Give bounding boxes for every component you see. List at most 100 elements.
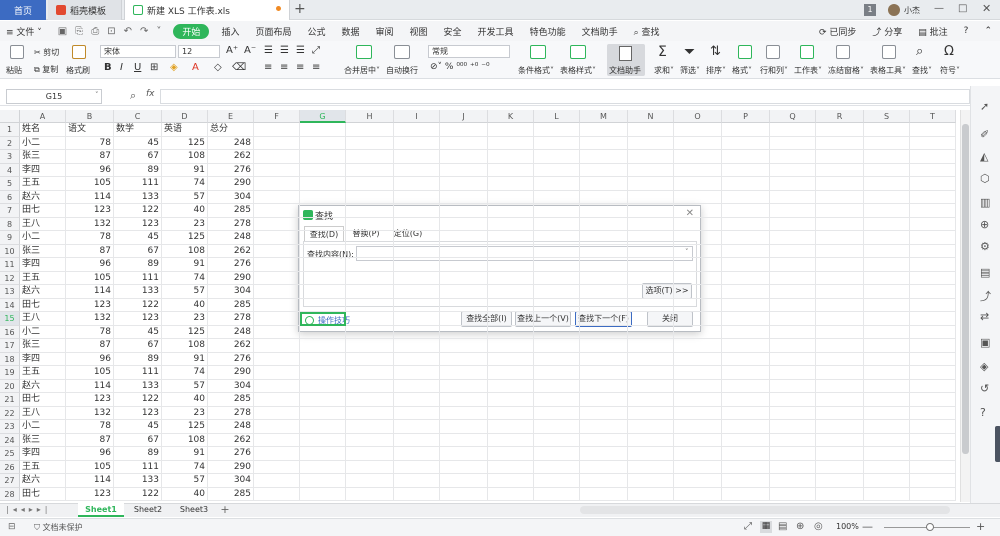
- empty-cell[interactable]: [628, 352, 674, 366]
- image-side-icon[interactable]: ▣: [980, 336, 990, 349]
- empty-cell[interactable]: [300, 393, 346, 407]
- sheet-nav-icons[interactable]: |◂◂▸▸|: [6, 505, 51, 514]
- empty-cell[interactable]: [910, 366, 956, 380]
- empty-cell[interactable]: [674, 366, 722, 380]
- empty-cell[interactable]: [534, 366, 580, 380]
- shape-side-icon[interactable]: ⬡: [980, 172, 990, 185]
- empty-cell[interactable]: [910, 393, 956, 407]
- row-header[interactable]: 17: [0, 339, 20, 353]
- empty-cell[interactable]: [910, 460, 956, 474]
- table-cell[interactable]: 89: [114, 352, 162, 366]
- empty-cell[interactable]: [864, 285, 910, 299]
- empty-cell[interactable]: [722, 379, 770, 393]
- column-header-b[interactable]: B: [66, 110, 114, 123]
- empty-cell[interactable]: [488, 406, 534, 420]
- menu-features[interactable]: 特色功能: [522, 25, 574, 38]
- empty-cell[interactable]: [816, 420, 864, 434]
- empty-cell[interactable]: [488, 217, 534, 231]
- format-icon[interactable]: [738, 45, 752, 59]
- empty-cell[interactable]: [346, 271, 394, 285]
- table-cell[interactable]: 78: [66, 420, 114, 434]
- undo-icon[interactable]: ↶: [124, 26, 132, 37]
- row-col-icon[interactable]: [766, 45, 780, 59]
- empty-cell[interactable]: [394, 325, 440, 339]
- empty-cell[interactable]: [534, 285, 580, 299]
- align-right-icon[interactable]: ≡: [296, 62, 304, 73]
- empty-cell[interactable]: [488, 190, 534, 204]
- table-cell[interactable]: 248: [208, 420, 254, 434]
- table-cell[interactable]: 290: [208, 271, 254, 285]
- empty-cell[interactable]: [346, 123, 394, 137]
- empty-cell[interactable]: [440, 136, 488, 150]
- empty-cell[interactable]: [300, 177, 346, 191]
- empty-cell[interactable]: [300, 447, 346, 461]
- table-cell[interactable]: 123: [66, 487, 114, 501]
- empty-cell[interactable]: [300, 190, 346, 204]
- scroll-thumb[interactable]: [962, 124, 969, 454]
- row-header[interactable]: 19: [0, 366, 20, 380]
- empty-cell[interactable]: [300, 258, 346, 272]
- empty-cell[interactable]: [628, 393, 674, 407]
- empty-cell[interactable]: [346, 406, 394, 420]
- table-cell[interactable]: 小二: [20, 231, 66, 245]
- empty-cell[interactable]: [770, 231, 816, 245]
- empty-cell[interactable]: [816, 123, 864, 137]
- zoom-out-icon[interactable]: —: [862, 520, 873, 533]
- merge-icon[interactable]: [356, 45, 372, 59]
- table-cell[interactable]: 125: [162, 420, 208, 434]
- row-header[interactable]: 15: [0, 312, 20, 326]
- empty-cell[interactable]: [488, 298, 534, 312]
- table-cell[interactable]: 89: [114, 447, 162, 461]
- empty-cell[interactable]: [722, 244, 770, 258]
- empty-cell[interactable]: [910, 136, 956, 150]
- zoom-lens-icon[interactable]: ⌕: [130, 89, 136, 103]
- empty-cell[interactable]: [534, 123, 580, 137]
- empty-cell[interactable]: [346, 231, 394, 245]
- empty-cell[interactable]: [910, 379, 956, 393]
- empty-cell[interactable]: [816, 217, 864, 231]
- number-format-icons[interactable]: ⊘˅ % ⁰⁰⁰ ⁺⁰ ⁻⁰: [430, 62, 490, 72]
- empty-cell[interactable]: [864, 123, 910, 137]
- empty-cell[interactable]: [394, 366, 440, 380]
- table-cell[interactable]: 123: [114, 406, 162, 420]
- table-cell[interactable]: 304: [208, 379, 254, 393]
- empty-cell[interactable]: [394, 298, 440, 312]
- empty-cell[interactable]: [394, 163, 440, 177]
- row-header[interactable]: 9: [0, 231, 20, 245]
- empty-cell[interactable]: [674, 447, 722, 461]
- empty-cell[interactable]: [254, 190, 300, 204]
- sort-icon[interactable]: ⇅: [710, 44, 721, 59]
- empty-cell[interactable]: [628, 150, 674, 164]
- empty-cell[interactable]: [910, 406, 956, 420]
- empty-cell[interactable]: [674, 190, 722, 204]
- empty-cell[interactable]: [864, 352, 910, 366]
- table-cell[interactable]: 290: [208, 460, 254, 474]
- empty-cell[interactable]: [534, 163, 580, 177]
- table-cell[interactable]: 105: [66, 460, 114, 474]
- preview-icon[interactable]: ⊡: [107, 26, 115, 37]
- menu-doc-helper[interactable]: 文档助手: [574, 25, 626, 38]
- table-cell[interactable]: 125: [162, 231, 208, 245]
- empty-cell[interactable]: [488, 352, 534, 366]
- empty-cell[interactable]: [534, 312, 580, 326]
- table-cell[interactable]: 45: [114, 136, 162, 150]
- empty-cell[interactable]: [346, 258, 394, 272]
- empty-cell[interactable]: [300, 433, 346, 447]
- table-cell[interactable]: 张三: [20, 244, 66, 258]
- empty-cell[interactable]: [816, 204, 864, 218]
- empty-cell[interactable]: [864, 190, 910, 204]
- table-cell[interactable]: 132: [66, 217, 114, 231]
- empty-cell[interactable]: [534, 352, 580, 366]
- empty-cell[interactable]: [910, 231, 956, 245]
- table-cell[interactable]: 田七: [20, 487, 66, 501]
- empty-cell[interactable]: [488, 312, 534, 326]
- table-cell[interactable]: 96: [66, 258, 114, 272]
- empty-cell[interactable]: [864, 258, 910, 272]
- empty-cell[interactable]: [770, 163, 816, 177]
- empty-cell[interactable]: [534, 406, 580, 420]
- empty-cell[interactable]: [534, 150, 580, 164]
- empty-cell[interactable]: [254, 460, 300, 474]
- table-tools-icon[interactable]: [882, 45, 896, 59]
- table-cell[interactable]: 小二: [20, 325, 66, 339]
- table-cell[interactable]: 王八: [20, 406, 66, 420]
